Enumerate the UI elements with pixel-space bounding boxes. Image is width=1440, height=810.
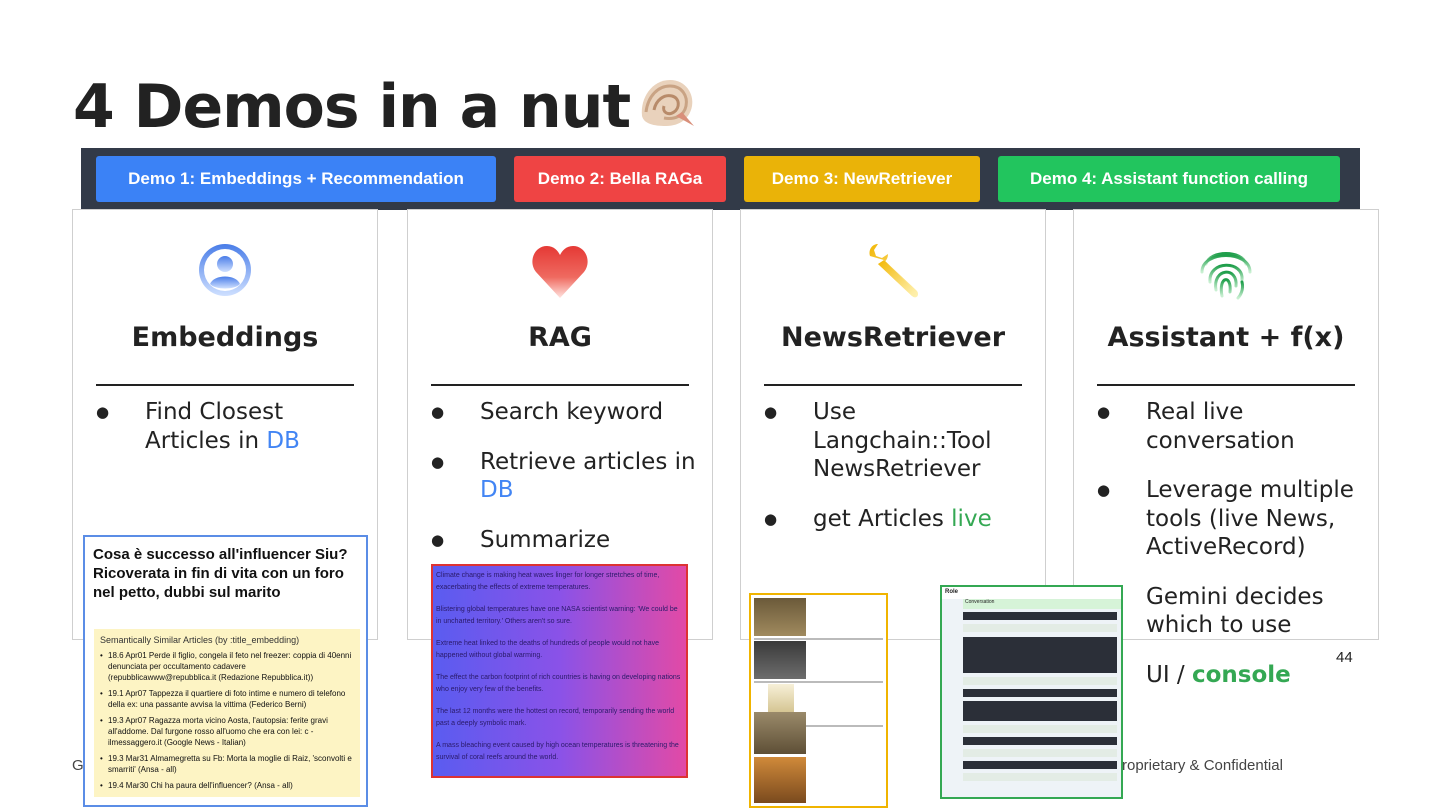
bullet-list: Real live conversation Leverage multiple… bbox=[1097, 398, 1368, 710]
spiral-shell-icon bbox=[636, 72, 698, 149]
card-newsretriever: NewsRetriever Use Langchain::Tool NewsRe… bbox=[740, 209, 1046, 640]
article-headline: Cosa è successo all'influencer Siu? Rico… bbox=[93, 546, 348, 601]
bullet-item: get Articles live bbox=[764, 505, 1035, 534]
news-thumbnail bbox=[754, 712, 806, 754]
console-message bbox=[963, 761, 1117, 769]
card-assistant: Assistant + f(x) Real live conversation … bbox=[1073, 209, 1379, 689]
rag-screenshot: Climate change is making heat waves ling… bbox=[431, 564, 688, 778]
footer-left-text: G bbox=[72, 757, 84, 774]
console-message bbox=[963, 725, 1117, 733]
bullet-item: Search keyword bbox=[431, 398, 702, 427]
summary-paragraph: A mass bleaching event caused by high oc… bbox=[436, 742, 679, 761]
console-message bbox=[963, 612, 1117, 620]
list-item[interactable]: 19.1 Apr07 Tappezza il quartiere di foto… bbox=[100, 688, 354, 710]
list-item[interactable]: 18.6 Apr01 Perde il figlio, congela il f… bbox=[100, 650, 354, 683]
bullet-list: Find Closest Articles in DB bbox=[96, 398, 367, 476]
news-row[interactable] bbox=[754, 757, 883, 803]
conversation-header: Conversation bbox=[963, 599, 1121, 609]
console-message bbox=[963, 637, 1117, 673]
card-heading: NewsRetriever bbox=[780, 322, 1006, 353]
summary-paragraph: Climate change is making heat waves ling… bbox=[436, 572, 660, 591]
card-heading: RAG bbox=[528, 322, 592, 353]
news-row[interactable] bbox=[754, 598, 883, 636]
heart-icon bbox=[408, 242, 712, 302]
fingerprint-icon bbox=[1074, 242, 1378, 302]
divider bbox=[754, 638, 883, 640]
news-thumbnail bbox=[754, 757, 806, 803]
summary-paragraph: The effect the carbon footprint of rich … bbox=[436, 674, 681, 693]
bullet-item: Use Langchain::Tool NewsRetriever bbox=[764, 398, 1035, 484]
news-thumbnail bbox=[754, 641, 806, 679]
bullet-item: Leverage multiple tools (live News, Acti… bbox=[1097, 476, 1368, 562]
bullet-item: Retrieve articles in DB bbox=[431, 448, 702, 505]
assistant-screenshot: Role Conversation bbox=[940, 585, 1123, 799]
bullet-item: Gemini decides which to use bbox=[1097, 583, 1368, 640]
console-message bbox=[963, 737, 1117, 745]
footer-confidential: roprietary & Confidential bbox=[1122, 757, 1283, 774]
wrench-icon bbox=[741, 242, 1045, 302]
tab-demo-2[interactable]: Demo 2: Bella RAGa bbox=[514, 156, 726, 202]
bullet-item: Summarize bbox=[431, 526, 702, 555]
tab-demo-1[interactable]: Demo 1: Embeddings + Recommendation bbox=[96, 156, 496, 202]
slide-title-text: 4 Demos in a nut bbox=[73, 72, 631, 143]
bullet-item: Find Closest Articles in DB bbox=[96, 398, 367, 455]
bullet-item: Real live conversation bbox=[1097, 398, 1368, 455]
console-message bbox=[963, 701, 1117, 721]
console-message bbox=[963, 773, 1117, 781]
bullet-list: Use Langchain::Tool NewsRetriever get Ar… bbox=[764, 398, 1035, 554]
divider bbox=[96, 384, 354, 386]
console-message bbox=[963, 689, 1117, 697]
summary-paragraph: Blistering global temperatures have one … bbox=[436, 606, 678, 625]
news-row[interactable] bbox=[754, 712, 883, 754]
summary-paragraph: Extreme heat linked to the deaths of hun… bbox=[436, 640, 659, 659]
card-heading: Assistant + f(x) bbox=[1107, 322, 1345, 353]
similar-articles-box: Semantically Similar Articles (by :title… bbox=[94, 629, 360, 797]
slide-title: 4 Demos in a nut bbox=[73, 72, 698, 149]
console-message bbox=[963, 749, 1117, 757]
bullet-list: Search keyword Retrieve articles in DB S… bbox=[431, 398, 702, 575]
divider bbox=[1097, 384, 1355, 386]
embeddings-screenshot: Cosa è successo all'influencer Siu? Rico… bbox=[83, 535, 368, 807]
news-row[interactable] bbox=[754, 641, 883, 679]
list-item[interactable]: 19.3 Apr07 Ragazza morta vicino Aosta, l… bbox=[100, 715, 354, 748]
console-window-title: Role bbox=[942, 587, 1121, 599]
console-message bbox=[963, 624, 1117, 632]
list-item[interactable]: 19.3 Mar31 Almamegretta su Fb: Morta la … bbox=[100, 753, 354, 775]
newsretriever-screenshot bbox=[749, 593, 888, 808]
demo-tab-bar: Demo 1: Embeddings + Recommendation Demo… bbox=[81, 148, 1360, 210]
card-heading: Embeddings bbox=[131, 322, 319, 353]
divider bbox=[764, 384, 1022, 386]
divider bbox=[431, 384, 689, 386]
bullet-item: UI / console bbox=[1097, 661, 1368, 690]
list-item[interactable]: 19.4 Mar30 Chi ha paura dell'influencer?… bbox=[100, 780, 354, 791]
summary-paragraph: The last 12 months were the hottest on r… bbox=[436, 708, 675, 727]
divider bbox=[754, 681, 883, 683]
console-message bbox=[963, 677, 1117, 685]
tab-demo-4[interactable]: Demo 4: Assistant function calling bbox=[998, 156, 1340, 202]
page-number: 44 bbox=[1336, 649, 1353, 666]
news-thumbnail bbox=[754, 598, 806, 636]
tab-demo-3[interactable]: Demo 3: NewRetriever bbox=[744, 156, 980, 202]
user-avatar-icon bbox=[73, 242, 377, 302]
similar-articles-title: Semantically Similar Articles (by :title… bbox=[100, 635, 300, 645]
